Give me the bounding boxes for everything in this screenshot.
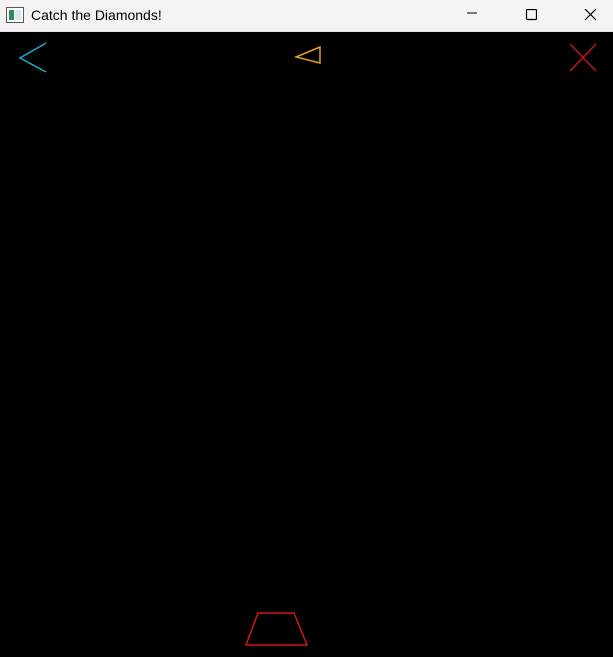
app-icon (6, 7, 24, 23)
close-button[interactable] (567, 0, 613, 31)
back-arrow-icon[interactable] (18, 42, 47, 73)
game-canvas[interactable] (0, 33, 613, 657)
maximize-icon (525, 9, 537, 21)
minimize-icon (467, 12, 477, 14)
game-window: Catch the Diamonds! (0, 0, 613, 657)
catcher-paddle[interactable] (244, 612, 309, 646)
minimize-button[interactable] (449, 0, 495, 31)
maximize-button[interactable] (508, 0, 554, 31)
diamond-icon (293, 45, 321, 64)
title-bar[interactable]: Catch the Diamonds! (0, 0, 613, 32)
window-title: Catch the Diamonds! (31, 7, 162, 23)
close-window-icon (584, 9, 596, 21)
exit-cross-icon[interactable] (569, 43, 597, 72)
